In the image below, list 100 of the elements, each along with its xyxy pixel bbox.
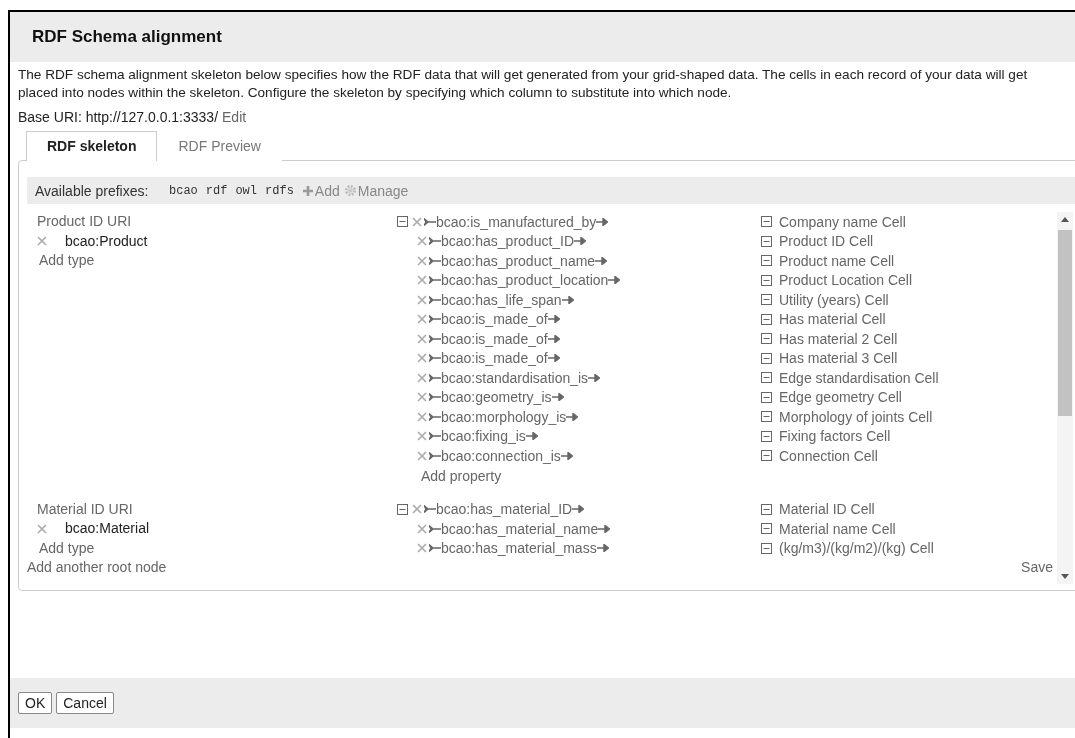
collapse-icon[interactable] bbox=[761, 411, 772, 423]
cell-node-link[interactable]: Fixing factors Cell bbox=[779, 428, 891, 445]
cell-node-link[interactable]: Morphology of joints Cell bbox=[779, 408, 933, 425]
arrow-icon bbox=[572, 505, 585, 514]
add-prefix-link[interactable]: Add bbox=[301, 182, 340, 199]
dialog-button[interactable]: OK bbox=[18, 692, 53, 714]
property-link[interactable]: bcao:standardisation_is bbox=[441, 369, 589, 386]
arrow-tail-icon bbox=[429, 237, 441, 246]
arrow-tail-icon bbox=[429, 524, 441, 533]
collapse-icon[interactable] bbox=[761, 450, 772, 462]
property-link[interactable]: bcao:is_made_of bbox=[441, 311, 548, 328]
prefixes-label: Available prefixes: bbox=[35, 182, 150, 199]
collapse-icon[interactable] bbox=[761, 503, 772, 515]
property-link[interactable]: bcao:has_material_name bbox=[441, 520, 599, 537]
cell-node-link[interactable]: Product ID Cell bbox=[779, 233, 874, 250]
collapse-icon[interactable] bbox=[397, 503, 408, 515]
arrow-tail-icon bbox=[429, 276, 441, 285]
arrow-icon bbox=[574, 237, 587, 246]
collapse-icon[interactable] bbox=[761, 255, 772, 267]
scroll-down-icon[interactable] bbox=[1061, 574, 1069, 580]
collapse-icon[interactable] bbox=[761, 313, 772, 325]
collapse-icon[interactable] bbox=[761, 372, 772, 384]
arrow-tail-icon bbox=[429, 432, 441, 441]
add-type-link[interactable]: Add type bbox=[37, 538, 397, 558]
arrow-tail-icon bbox=[429, 334, 441, 343]
scroll-up-icon[interactable] bbox=[1061, 216, 1069, 222]
add-root-node-link[interactable]: Add another root node bbox=[27, 558, 167, 576]
property-link[interactable]: bcao:has_product_ID bbox=[441, 233, 575, 250]
collapse-icon[interactable] bbox=[761, 391, 772, 403]
property-link[interactable]: bcao:fixing_is bbox=[441, 428, 526, 445]
property-link[interactable]: bcao:has_life_span bbox=[441, 291, 562, 308]
edit-link[interactable]: Edit bbox=[222, 109, 247, 125]
arrow-tail-icon bbox=[429, 412, 441, 421]
arrow-icon bbox=[560, 451, 573, 460]
arrow-icon bbox=[561, 295, 574, 304]
cell-node-link[interactable]: Has material 2 Cell bbox=[779, 330, 898, 347]
cell-node-link[interactable]: Has material 3 Cell bbox=[779, 350, 898, 367]
cell-node-link[interactable]: Material name Cell bbox=[779, 520, 896, 537]
tab[interactable]: RDF skeleton bbox=[26, 131, 158, 161]
arrow-icon bbox=[547, 354, 560, 363]
dialog-button[interactable]: Cancel bbox=[56, 692, 114, 714]
property-link[interactable]: bcao:has_product_location bbox=[441, 272, 609, 289]
arrow-icon bbox=[566, 412, 579, 421]
arrow-icon bbox=[551, 393, 564, 402]
collapse-icon[interactable] bbox=[761, 294, 772, 306]
cell-node-link[interactable]: (kg/m3)/(kg/m2)/(kg) Cell bbox=[779, 540, 934, 557]
collapse-icon[interactable] bbox=[761, 216, 772, 228]
root-column-label[interactable]: Material ID URI bbox=[37, 499, 397, 519]
scroll-thumb[interactable] bbox=[1058, 230, 1072, 416]
collapse-icon[interactable] bbox=[761, 430, 772, 442]
manage-prefixes-link[interactable]: Manage bbox=[343, 182, 409, 199]
cell-node-link[interactable]: Edge geometry Cell bbox=[779, 389, 902, 406]
cell-node-link[interactable]: Material ID Cell bbox=[779, 501, 875, 518]
collapse-icon[interactable] bbox=[397, 216, 408, 228]
add-type-link[interactable]: Add type bbox=[37, 251, 397, 271]
property-link[interactable]: bcao:has_material_mass bbox=[441, 540, 597, 557]
cell-node-link[interactable]: Utility (years) Cell bbox=[779, 291, 889, 308]
property-link[interactable]: bcao:has_product_name bbox=[441, 252, 596, 269]
property-link[interactable]: bcao:morphology_is bbox=[441, 408, 567, 425]
collapse-icon[interactable] bbox=[761, 523, 772, 535]
arrow-tail-icon bbox=[429, 393, 441, 402]
arrow-tail-icon bbox=[429, 451, 441, 460]
add-property-link[interactable]: Add property bbox=[397, 465, 1057, 486]
type-label: bcao:Product bbox=[65, 231, 148, 251]
cell-node-link[interactable]: Connection Cell bbox=[779, 447, 878, 464]
arrow-icon bbox=[596, 544, 609, 553]
arrow-tail-icon bbox=[429, 256, 441, 265]
description-text: The RDF schema alignment skeleton below specifies how the RDF data that will get generated from your grid-shaped data. The cells in each record of your data will get placed into nodes within the skeleton. Configure the skeleton by specifying which column to substitute into which node. bbox=[18, 66, 1029, 101]
prefix-tag: rdf bbox=[205, 183, 228, 198]
prefix-tag: owl bbox=[235, 183, 258, 198]
property-link[interactable]: bcao:geometry_is bbox=[441, 389, 552, 406]
cell-node-link[interactable]: Product name Cell bbox=[779, 252, 895, 269]
collapse-icon[interactable] bbox=[761, 333, 772, 345]
cell-node-link[interactable]: Edge standardisation Cell bbox=[779, 369, 939, 386]
arrow-tail-icon bbox=[429, 315, 441, 324]
cell-node-link[interactable]: Has material Cell bbox=[779, 311, 886, 328]
collapse-icon[interactable] bbox=[761, 542, 772, 554]
root-column-label[interactable]: Product ID URI bbox=[37, 212, 397, 232]
plus-icon bbox=[301, 184, 314, 197]
cell-node-link[interactable]: Product Location Cell bbox=[779, 272, 913, 289]
arrow-tail-icon bbox=[424, 505, 436, 514]
collapse-icon[interactable] bbox=[761, 274, 772, 286]
property-link[interactable]: bcao:is_made_of bbox=[441, 330, 548, 347]
dialog-title: RDF Schema alignment bbox=[32, 27, 222, 47]
gear-icon bbox=[343, 184, 357, 197]
save-link[interactable]: Save bbox=[1021, 558, 1053, 576]
arrow-icon bbox=[598, 524, 611, 533]
arrow-icon bbox=[608, 276, 621, 285]
arrow-tail-icon bbox=[429, 544, 441, 553]
collapse-icon[interactable] bbox=[761, 352, 772, 364]
property-link[interactable]: bcao:connection_is bbox=[441, 447, 561, 464]
arrow-tail-icon bbox=[429, 373, 441, 382]
property-link[interactable]: bcao:is_made_of bbox=[441, 350, 548, 367]
property-link[interactable]: bcao:is_manufactured_by bbox=[436, 213, 597, 230]
prefix-tag: rdfs bbox=[265, 183, 294, 198]
cell-node-link[interactable]: Company name Cell bbox=[779, 213, 906, 230]
collapse-icon[interactable] bbox=[761, 235, 772, 247]
arrow-icon bbox=[595, 256, 608, 265]
property-link[interactable]: bcao:has_material_ID bbox=[436, 501, 573, 518]
scrollbar[interactable] bbox=[1057, 212, 1073, 584]
